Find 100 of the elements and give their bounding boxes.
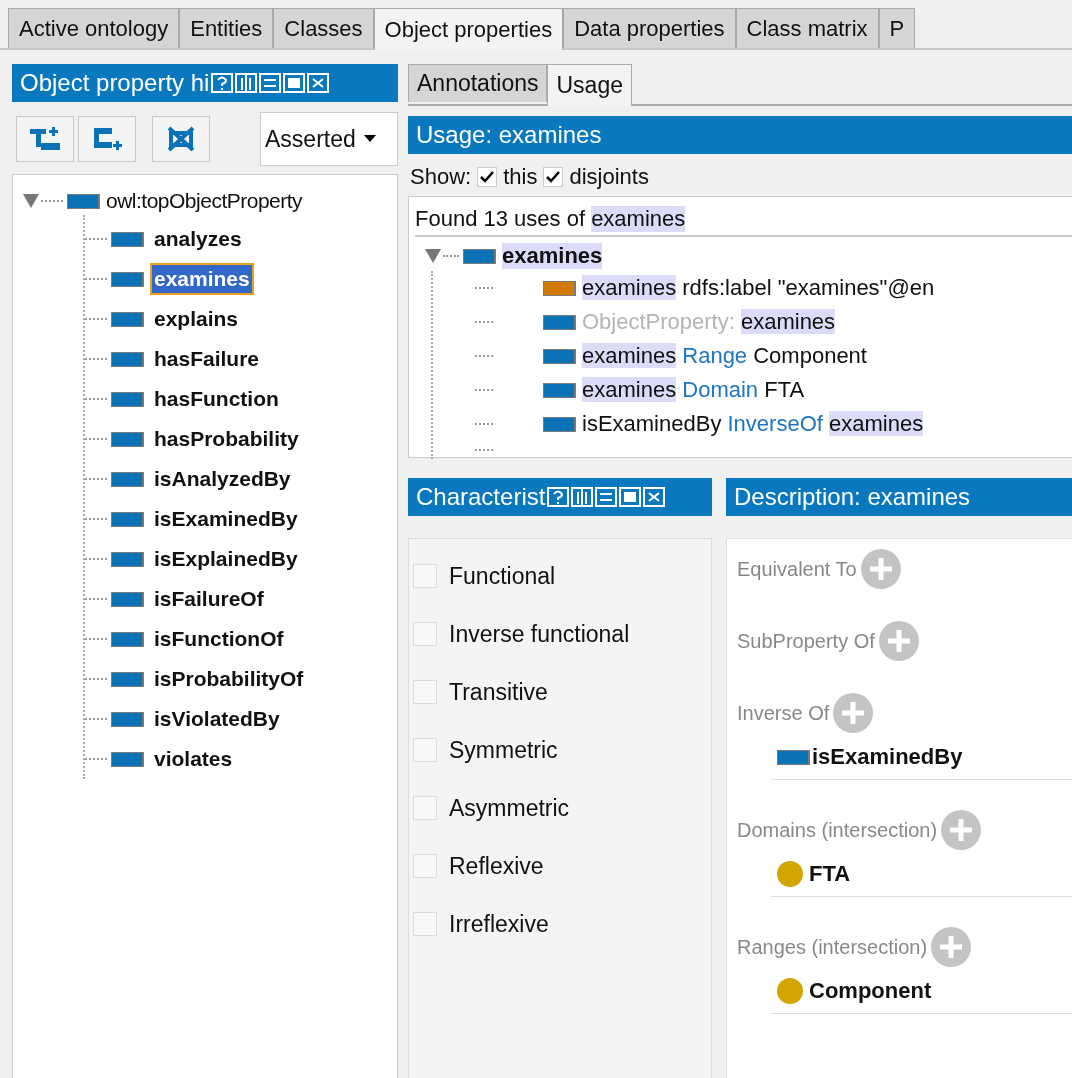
usage-axiom[interactable]: ObjectProperty: examines [582, 309, 836, 335]
property-icon [543, 416, 576, 432]
section-label: SubProperty Of [737, 629, 875, 653]
class-icon [777, 861, 803, 887]
add-icon[interactable] [941, 810, 982, 850]
property-icon [463, 248, 496, 264]
checkbox-label: Transitive [449, 678, 548, 706]
tree-item[interactable]: hasProbability [150, 423, 303, 455]
property-icon [111, 711, 144, 727]
usage-header: Usage: examines [408, 116, 1072, 154]
checkbox[interactable] [413, 564, 437, 588]
tab[interactable]: Classes [273, 8, 374, 48]
checkbox-label: Symmetric [449, 736, 558, 764]
expand-arrow-icon[interactable] [425, 249, 441, 263]
description-header: Description: examines [726, 478, 1072, 516]
tab[interactable]: Usage [547, 64, 632, 106]
description-entry[interactable]: FTA [809, 861, 851, 887]
property-icon [543, 348, 576, 364]
add-icon[interactable] [878, 621, 919, 661]
tree-item[interactable]: isViolatedBy [150, 703, 284, 735]
checkbox-label: Reflexive [449, 852, 544, 880]
property-icon [111, 511, 144, 527]
tab[interactable]: Class matrix [735, 8, 879, 48]
property-icon [543, 382, 576, 398]
tree-item[interactable]: isFunctionOf [150, 623, 288, 655]
checkbox[interactable] [477, 167, 498, 187]
tree-item[interactable]: isFailureOf [150, 583, 268, 615]
checkbox[interactable] [413, 796, 437, 820]
add-icon[interactable] [931, 927, 972, 967]
property-icon [111, 431, 144, 447]
add-subproperty-button[interactable] [16, 116, 74, 162]
property-icon [111, 391, 144, 407]
tree-item[interactable]: hasFunction [150, 383, 283, 415]
checkbox[interactable] [543, 167, 564, 187]
tree-item[interactable]: isExaminedBy [150, 503, 302, 535]
panel-title: Object property hi [20, 69, 210, 97]
usage-summary: Found 13 uses of examines [415, 203, 1072, 237]
delete-button[interactable] [152, 116, 210, 162]
tree-item[interactable]: hasFailure [150, 343, 264, 375]
usage-entity[interactable]: examines [502, 243, 603, 269]
property-icon [111, 751, 144, 767]
property-icon [777, 749, 810, 765]
property-icon [111, 351, 144, 367]
tree-item[interactable]: isExplainedBy [150, 543, 302, 575]
tree-item[interactable]: examines [150, 263, 254, 295]
class-icon [777, 978, 803, 1004]
property-icon [543, 314, 576, 330]
tab[interactable]: Data properties [563, 8, 736, 48]
property-icon [111, 591, 144, 607]
view-dropdown[interactable]: Asserted [260, 112, 398, 166]
checkbox[interactable] [413, 680, 437, 704]
description-entry[interactable]: isExaminedBy [812, 744, 963, 770]
tab[interactable]: P [878, 8, 916, 48]
caret-icon [363, 135, 376, 143]
property-icon [111, 311, 144, 327]
tree-item[interactable]: violates [150, 743, 237, 775]
show-label: Show: [410, 164, 472, 190]
checkbox-label: disjoints [569, 164, 649, 190]
tab[interactable]: Active ontology [8, 8, 180, 48]
tab[interactable]: Annotations [408, 64, 548, 102]
tab[interactable]: Object properties [373, 8, 564, 50]
view-controls-icon[interactable] [547, 486, 666, 508]
tab[interactable]: Entities [179, 8, 274, 48]
panel-title: Characterist [416, 483, 546, 511]
usage-axiom[interactable]: examines Range Component [582, 343, 867, 369]
usage-axiom[interactable]: examines rdfs:label "examines"@en [582, 275, 935, 301]
property-icon [543, 280, 576, 296]
checkbox-label: Inverse functional [449, 620, 630, 648]
property-icon [111, 471, 144, 487]
property-icon [111, 271, 144, 287]
tree-item[interactable]: isAnalyzedBy [150, 463, 295, 495]
add-sibling-button[interactable] [78, 116, 136, 162]
tree-item[interactable]: analyzes [150, 223, 246, 255]
checkbox-label: Functional [449, 562, 556, 590]
usage-axiom[interactable]: examines Domain FTA [582, 377, 805, 403]
add-icon[interactable] [860, 549, 901, 589]
checkbox[interactable] [413, 854, 437, 878]
checkbox-label: Asymmetric [449, 794, 570, 822]
property-icon [111, 551, 144, 567]
checkbox-label: Irreflexive [449, 910, 549, 938]
section-label: Ranges (intersection) [737, 935, 928, 959]
section-label: Inverse Of [737, 701, 830, 725]
view-controls-icon[interactable] [211, 72, 330, 94]
add-child-icon [28, 125, 62, 153]
checkbox[interactable] [413, 622, 437, 646]
tree-item[interactable]: owl:topObjectProperty [106, 189, 303, 213]
tree-item[interactable]: isProbabilityOf [150, 663, 308, 695]
usage-axiom[interactable]: isExaminedBy InverseOf examines [582, 411, 924, 437]
checkbox-label: this [503, 164, 538, 190]
property-icon [111, 671, 144, 687]
checkbox[interactable] [413, 912, 437, 936]
description-entry[interactable]: Component [809, 978, 932, 1004]
property-icon [111, 631, 144, 647]
add-icon[interactable] [833, 693, 874, 733]
checkbox[interactable] [413, 738, 437, 762]
tree-item[interactable]: explains [150, 303, 243, 335]
section-label: Domains (intersection) [737, 818, 938, 842]
section-label: Equivalent To [737, 557, 857, 581]
property-icon [111, 231, 144, 247]
expand-arrow-icon[interactable] [23, 194, 39, 208]
